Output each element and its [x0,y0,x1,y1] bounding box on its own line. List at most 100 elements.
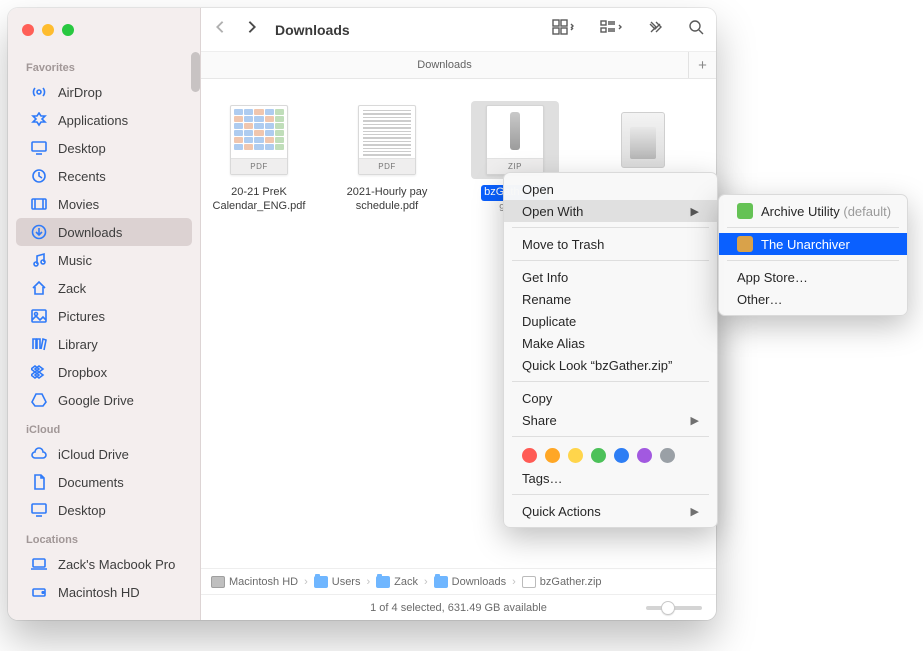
sidebar-item-desktop[interactable]: Desktop [16,496,192,524]
sidebar-item-label: Library [58,337,98,352]
movies-icon [30,195,48,213]
path-crumb[interactable]: Zack [376,576,418,588]
file-name: 2021-Hourly pay schedule.pdf [337,185,437,215]
toolbar-overflow-button[interactable] [648,20,662,39]
path-crumb-label: bzGather.zip [540,576,602,588]
back-button[interactable] [213,20,227,39]
sidebar-item-zack[interactable]: Zack [16,274,192,302]
sidebar-item-music[interactable]: Music [16,246,192,274]
close-window-button[interactable] [22,24,34,36]
path-crumb[interactable]: Users [314,576,361,588]
sidebar-item-label: Movies [58,197,99,212]
sidebar-item-library[interactable]: Library [16,330,192,358]
menu-copy[interactable]: Copy [504,387,717,409]
sidebar: FavoritesAirDropApplications Desktop Recen… [8,8,201,620]
menu-tags[interactable]: Tags… [504,467,717,489]
sidebar-item-applications[interactable]: Applications [16,106,192,134]
sidebar-item-icloud-drive[interactable]: iCloud Drive [16,440,192,468]
file-item[interactable]: PDF2021-Hourly pay schedule.pdf [337,101,437,215]
sidebar-item-label: Documents [58,475,124,490]
tag-color[interactable] [591,448,606,463]
path-crumb-icon [434,576,448,588]
menu-make-alias[interactable]: Make Alias [504,332,717,354]
path-crumb[interactable]: Downloads [434,576,506,588]
menu-rename[interactable]: Rename [504,288,717,310]
status-bar: 1 of 4 selected, 631.49 GB available [201,594,716,620]
sidebar-item-label: Pictures [58,309,105,324]
view-icons-button[interactable] [552,19,574,40]
sidebar-item-label: Desktop [58,141,106,156]
sidebar-scrollbar[interactable] [191,52,200,92]
menu-get-info[interactable]: Get Info [504,266,717,288]
sidebar-item-label: Zack [58,281,86,296]
sidebar-item-desktop[interactable]: Desktop [16,134,192,162]
tab-downloads[interactable]: Downloads [201,52,689,78]
context-menu[interactable]: Open Open With▶ Move to Trash Get Info R… [503,172,718,528]
sidebar-item-downloads[interactable]: Downloads [16,218,192,246]
desktop-icon [30,139,48,157]
sidebar-section-title: Locations [8,524,200,550]
googledrive-icon [30,391,48,409]
open-with-submenu[interactable]: Archive Utility (default) The Unarchiver… [718,194,908,316]
path-separator: › [424,576,428,588]
sidebar-item-zack-s-macbook-pro[interactable]: Zack's Macbook Pro [16,550,192,578]
chevron-right-icon: ▶ [691,505,699,518]
sidebar-item-pictures[interactable]: Pictures [16,302,192,330]
menu-quick-look[interactable]: Quick Look “bzGather.zip” [504,354,717,376]
menu-share[interactable]: Share▶ [504,409,717,431]
tag-color[interactable] [545,448,560,463]
menu-duplicate[interactable]: Duplicate [504,310,717,332]
toolbar: Downloads [201,8,716,52]
menu-open-with[interactable]: Open With▶ [504,200,717,222]
search-button[interactable] [688,19,704,40]
menu-open[interactable]: Open [504,178,717,200]
tag-color[interactable] [522,448,537,463]
path-crumb-label: Macintosh HD [229,576,298,588]
sidebar-section-title: Favorites [8,52,200,78]
path-crumb-icon [211,576,225,588]
tag-color[interactable] [637,448,652,463]
path-crumb-label: Downloads [452,576,506,588]
tag-color[interactable] [568,448,583,463]
path-separator: › [304,576,308,588]
sidebar-item-dropbox[interactable]: Dropbox [16,358,192,386]
the-unarchiver-icon [737,236,753,252]
submenu-app-store[interactable]: App Store… [719,266,907,288]
group-by-button[interactable] [600,19,622,40]
file-icon: ZIP [471,101,559,179]
sidebar-item-label: Music [58,253,92,268]
zoom-window-button[interactable] [62,24,74,36]
menu-tag-colors [504,442,717,467]
sidebar-item-recents[interactable]: Recents [16,162,192,190]
sidebar-item-movies[interactable]: Movies [16,190,192,218]
icon-size-slider[interactable] [646,606,702,610]
path-crumb[interactable]: bzGather.zip [522,576,602,588]
submenu-archive-utility[interactable]: Archive Utility (default) [719,200,907,222]
window-controls [8,8,200,52]
chevron-right-icon: ▶ [691,205,699,218]
slider-knob[interactable] [661,601,675,615]
new-tab-button[interactable]: + [689,52,716,78]
sidebar-item-airdrop[interactable]: AirDrop [16,78,192,106]
path-crumb-icon [522,576,536,588]
forward-button[interactable] [245,20,259,39]
cloud-icon [30,445,48,463]
file-item[interactable]: PDF20-21 PreK Calendar_ENG.pdf [209,101,309,215]
menu-move-to-trash[interactable]: Move to Trash [504,233,717,255]
submenu-the-unarchiver[interactable]: The Unarchiver [719,233,907,255]
tag-color[interactable] [614,448,629,463]
submenu-other[interactable]: Other… [719,288,907,310]
path-separator: › [366,576,370,588]
sidebar-item-macintosh-hd[interactable]: Macintosh HD [16,578,192,606]
chevron-right-icon: ▶ [691,414,699,427]
desktop-icon [30,501,48,519]
path-crumb[interactable]: Macintosh HD [211,576,298,588]
minimize-window-button[interactable] [42,24,54,36]
archive-utility-icon [737,203,753,219]
home-icon [30,279,48,297]
sidebar-item-google-drive[interactable]: Google Drive [16,386,192,414]
library-icon [30,335,48,353]
menu-quick-actions[interactable]: Quick Actions▶ [504,500,717,522]
sidebar-item-documents[interactable]: Documents [16,468,192,496]
tag-color[interactable] [660,448,675,463]
